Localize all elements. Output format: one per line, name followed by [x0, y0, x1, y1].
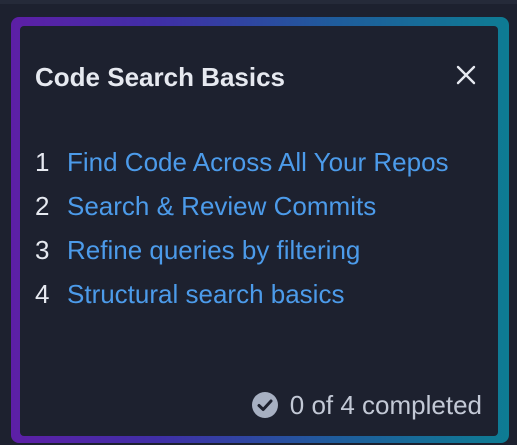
step-number: 1 [35, 147, 50, 177]
progress-footer: 0 of 4 completed [251, 390, 482, 420]
step-number: 2 [35, 191, 50, 221]
step-item: 4 Structural search basics [35, 262, 449, 326]
close-icon [456, 65, 476, 85]
step-link-find-code[interactable]: Find Code Across All Your Repos [67, 147, 449, 177]
step-link-structural-search[interactable]: Structural search basics [67, 279, 344, 309]
check-circle-icon [251, 392, 278, 418]
step-link-refine-queries[interactable]: Refine queries by filtering [67, 235, 360, 265]
step-number: 4 [35, 279, 50, 309]
steps-list: 1 Find Code Across All Your Repos 2 Sear… [35, 130, 449, 326]
close-button[interactable] [451, 60, 481, 90]
getting-started-panel: Code Search Basics 1 Find Code Across Al… [20, 26, 498, 436]
step-link-search-commits[interactable]: Search & Review Commits [67, 191, 376, 221]
top-strip [0, 0, 517, 4]
panel-title: Code Search Basics [35, 62, 286, 92]
completion-status: 0 of 4 completed [289, 390, 482, 420]
step-number: 3 [35, 235, 50, 265]
